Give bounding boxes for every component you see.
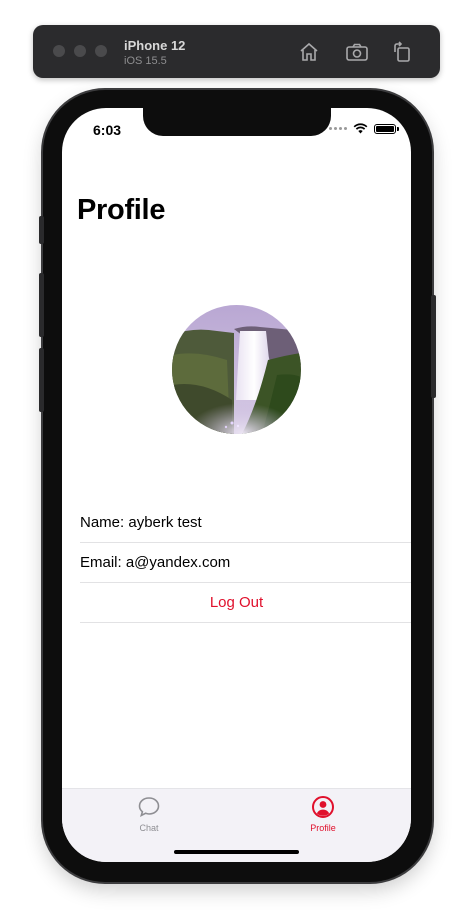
status-time: 6:03	[93, 122, 122, 138]
simulator-toolbar: iPhone 12 iOS 15.5	[33, 25, 440, 78]
email-row: Email: a@yandex.com	[80, 543, 411, 583]
battery-icon	[374, 123, 399, 134]
name-label: Name: ayberk test	[80, 514, 202, 531]
name-row: Name: ayberk test	[80, 503, 411, 543]
volume-down-button	[39, 348, 44, 412]
zoom-window-button[interactable]	[95, 45, 107, 57]
volume-up-button	[39, 273, 44, 337]
device-name: iPhone 12	[124, 38, 186, 53]
person-circle-icon	[312, 796, 334, 818]
logout-label: Log Out	[209, 594, 264, 611]
cellular-dots-icon	[329, 127, 347, 130]
tab-chat[interactable]: Chat	[109, 795, 189, 833]
screenshot-icon[interactable]	[345, 40, 369, 64]
close-window-button[interactable]	[53, 45, 65, 57]
status-icons	[329, 123, 399, 134]
page-title: Profile	[77, 194, 166, 226]
tab-profile[interactable]: Profile	[283, 795, 363, 833]
tab-bar: Chat Profile	[62, 788, 411, 862]
mute-switch	[39, 216, 44, 244]
tab-profile-label: Profile	[310, 823, 336, 833]
profile-avatar[interactable]	[172, 305, 301, 434]
side-button	[431, 295, 436, 398]
minimize-window-button[interactable]	[74, 45, 86, 57]
tab-chat-label: Chat	[139, 823, 159, 833]
os-version: iOS 15.5	[124, 55, 167, 67]
wifi-icon	[353, 123, 368, 134]
device-screen: 6:03 Profile Name: ayberk test Email: a@…	[62, 108, 411, 862]
chat-bubble-icon	[138, 797, 160, 818]
waterfall-photo	[172, 305, 301, 434]
home-indicator[interactable]	[174, 850, 299, 854]
logout-button[interactable]: Log Out	[80, 583, 411, 623]
notch	[143, 108, 331, 136]
email-label: Email: a@yandex.com	[80, 554, 231, 571]
home-icon[interactable]	[297, 40, 321, 64]
rotate-icon[interactable]	[390, 40, 414, 64]
